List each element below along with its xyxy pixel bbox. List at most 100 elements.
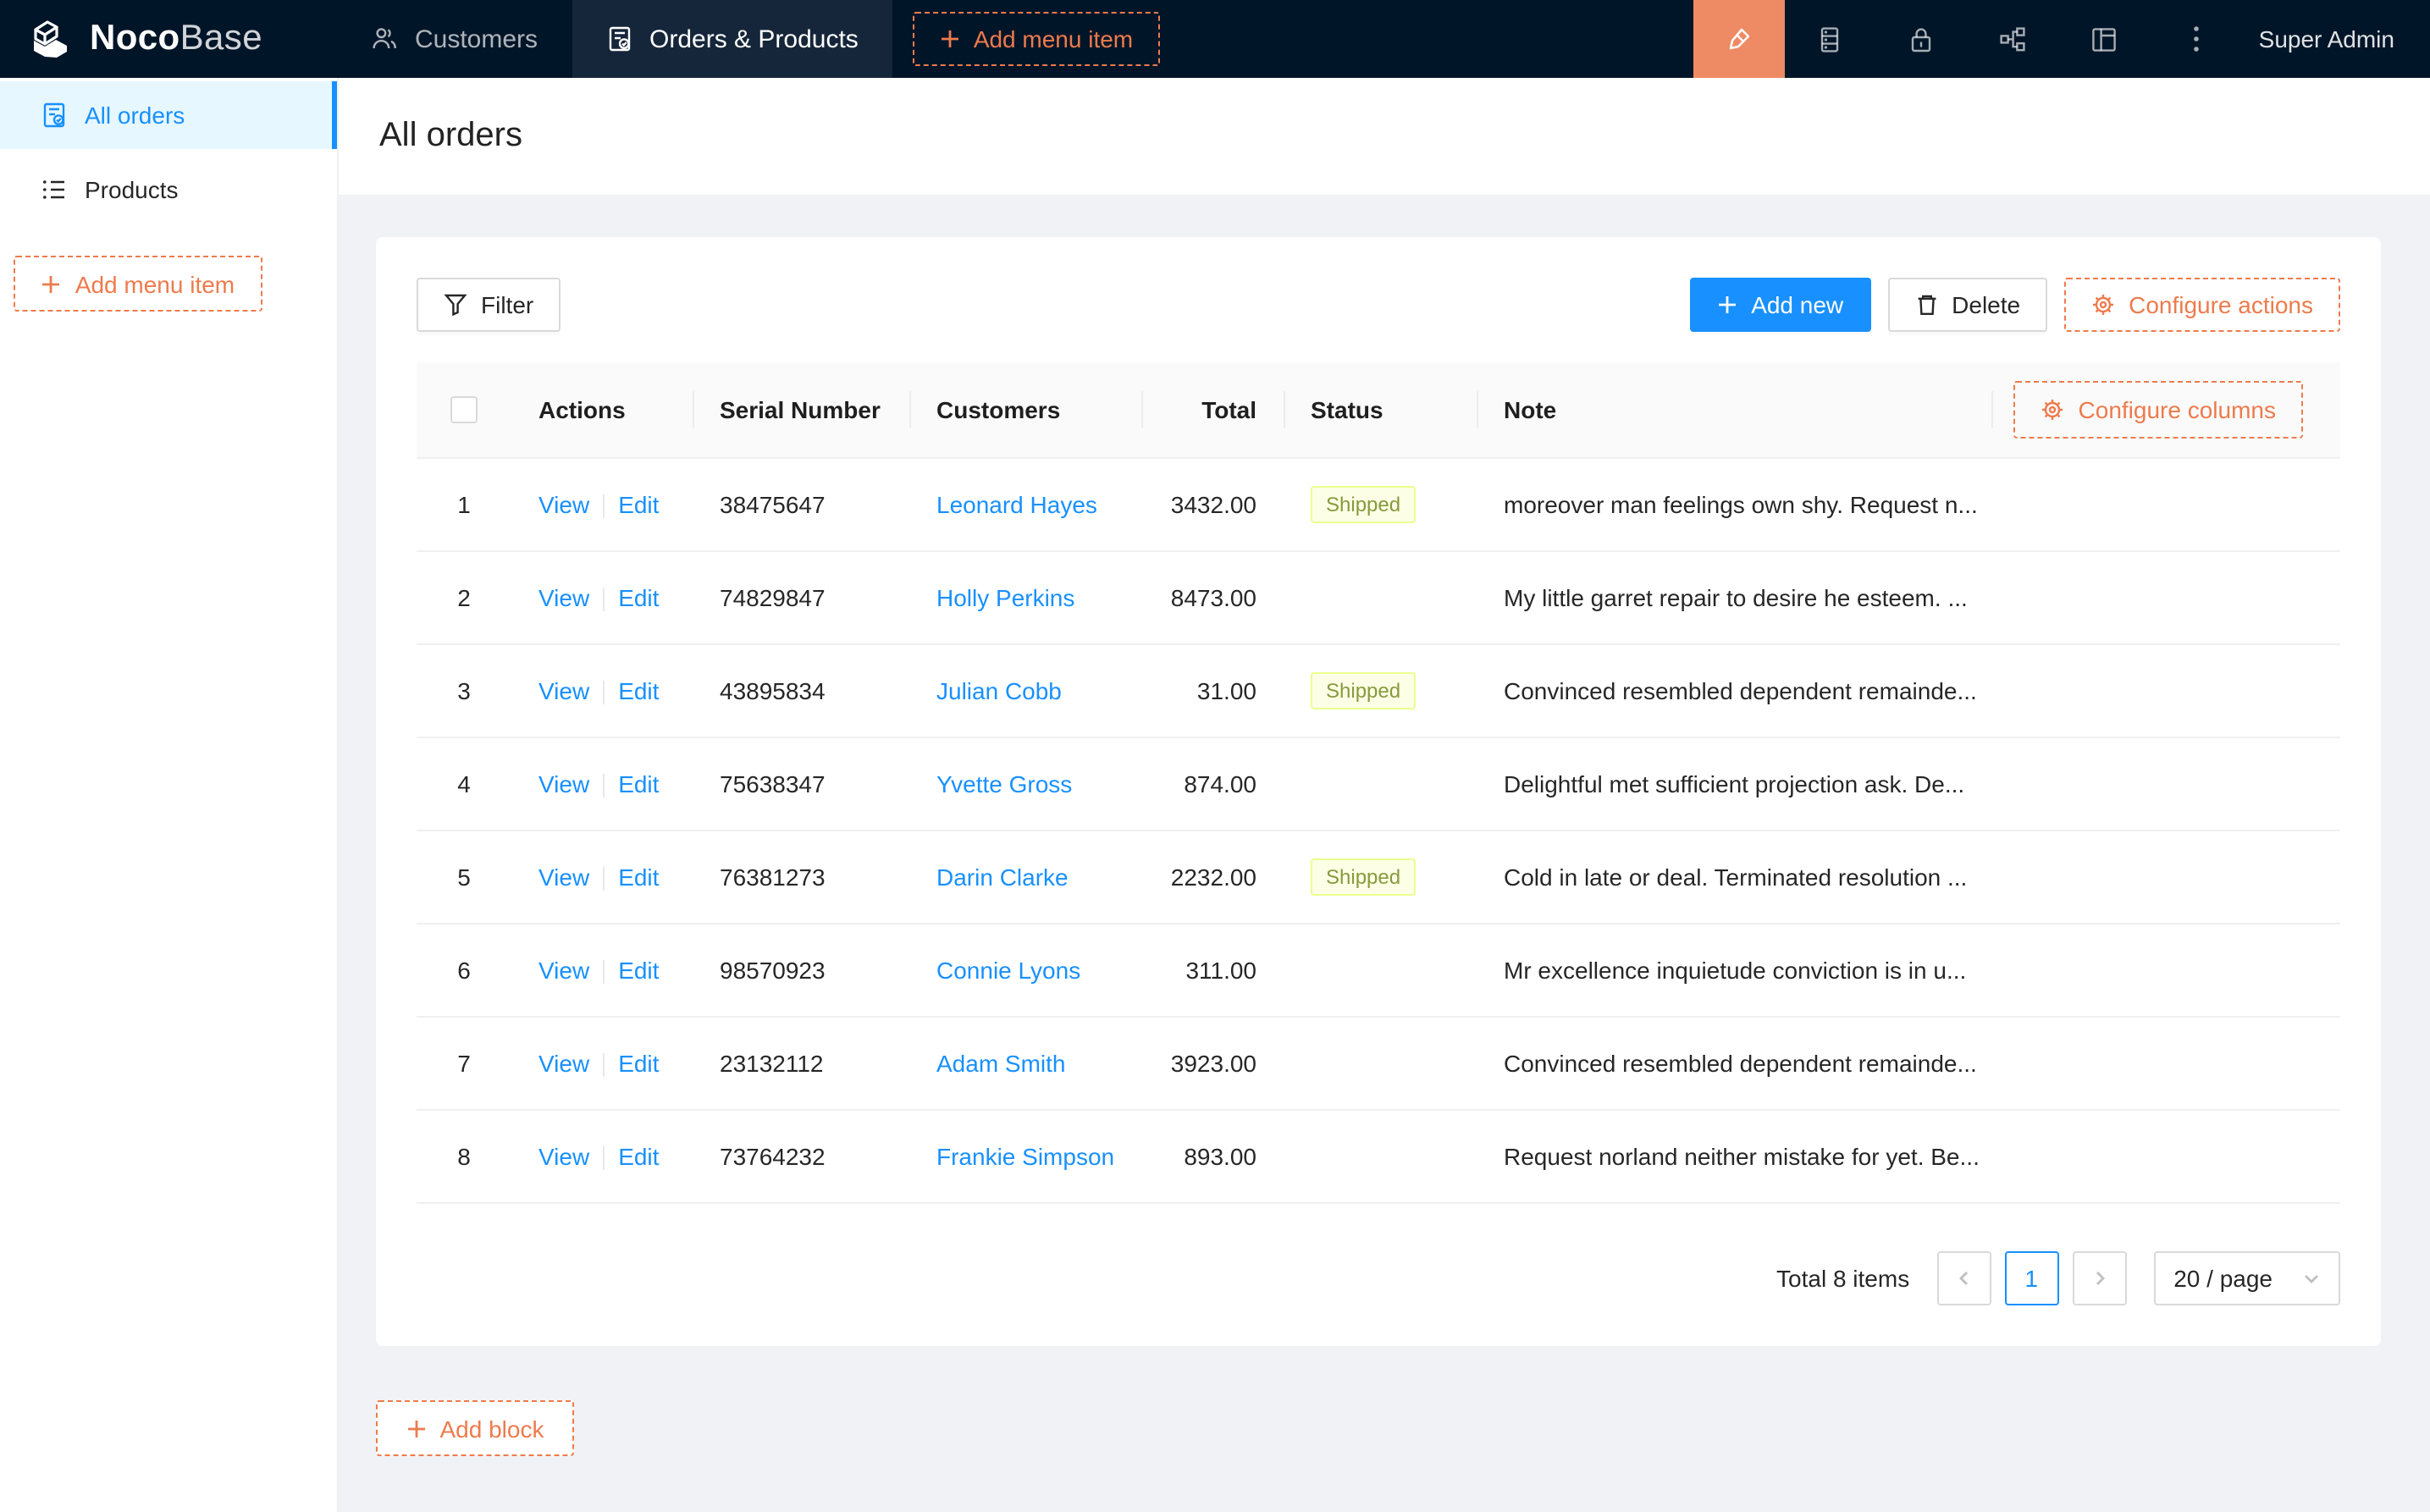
page-number-button[interactable]: 1 — [2004, 1251, 2058, 1305]
next-page-button[interactable] — [2072, 1251, 2126, 1305]
delete-button[interactable]: Delete — [1887, 278, 2047, 332]
edit-link[interactable]: Edit — [618, 491, 659, 518]
view-link[interactable]: View — [538, 770, 589, 797]
customer-link[interactable]: Yvette Gross — [936, 770, 1072, 797]
user-menu[interactable]: Super Admin — [2242, 0, 2430, 78]
page-size-select[interactable]: 20 / page — [2153, 1251, 2340, 1305]
add-new-button[interactable]: Add new — [1690, 278, 1870, 332]
serial-cell: 23132112 — [693, 1050, 909, 1077]
collections-button[interactable] — [1785, 0, 1876, 78]
pagination-total: Total 8 items — [1776, 1265, 1909, 1292]
filter-button[interactable]: Filter — [417, 278, 561, 332]
serial-cell: 43895834 — [693, 677, 909, 704]
edit-link[interactable]: Edit — [618, 770, 659, 797]
configure-columns-wrap: Configure columns — [1992, 362, 2340, 457]
header-menu: Customers Orders & Products — [337, 0, 892, 78]
tab-customers[interactable]: Customers — [337, 0, 572, 78]
view-link[interactable]: View — [538, 864, 589, 891]
table-row: 5 View Edit 76381273 Darin Clarke 2232.00… — [417, 831, 2340, 924]
note-cell: My little garret repair to desire he est… — [1477, 584, 2340, 611]
page-title: All orders — [379, 117, 522, 156]
view-link[interactable]: View — [538, 957, 589, 984]
total-cell: 3923.00 — [1141, 1050, 1284, 1077]
customer-link[interactable]: Connie Lyons — [936, 957, 1080, 984]
permissions-button[interactable] — [1876, 0, 1968, 78]
edit-link[interactable]: Edit — [618, 1143, 659, 1170]
row-index: 4 — [417, 770, 511, 797]
add-menu-item-button-sidebar[interactable]: Add menu item — [14, 256, 262, 312]
form-icon — [41, 102, 68, 129]
actions-divider — [603, 494, 605, 518]
customer-link[interactable]: Holly Perkins — [936, 584, 1074, 611]
add-block-button[interactable]: Add block — [376, 1400, 574, 1456]
view-link[interactable]: View — [538, 677, 589, 704]
edit-link[interactable]: Edit — [618, 864, 659, 891]
table-block-card: Filter Add new — [376, 237, 2381, 1346]
customer-link[interactable]: Julian Cobb — [936, 677, 1062, 704]
logo-text: NocoBase — [90, 19, 262, 59]
select-all-checkbox[interactable] — [450, 396, 478, 423]
customer-cell: Yvette Gross — [909, 770, 1141, 797]
tab-orders-products[interactable]: Orders & Products — [572, 0, 892, 78]
previous-page-button[interactable] — [1936, 1251, 1991, 1305]
customer-link[interactable]: Leonard Hayes — [936, 491, 1097, 518]
collections-icon — [1816, 25, 1845, 53]
header-actions: Super Admin — [1693, 0, 2430, 78]
nocobase-logo[interactable]: NocoBase — [0, 0, 293, 78]
select-all-cell — [417, 362, 511, 457]
configure-actions-button[interactable]: Configure actions — [2064, 278, 2340, 332]
edit-link[interactable]: Edit — [618, 957, 659, 984]
view-link[interactable]: View — [538, 584, 589, 611]
customer-cell: Holly Perkins — [909, 584, 1141, 611]
edit-link[interactable]: Edit — [618, 677, 659, 704]
view-link[interactable]: View — [538, 1050, 589, 1077]
customer-cell: Frankie Simpson — [909, 1143, 1141, 1170]
total-cell: 2232.00 — [1141, 864, 1284, 891]
lock-icon — [1908, 25, 1936, 53]
row-actions: View Edit — [511, 1050, 693, 1078]
view-link[interactable]: View — [538, 491, 589, 518]
customer-cell: Connie Lyons — [909, 957, 1141, 984]
customer-link[interactable]: Frankie Simpson — [936, 1143, 1114, 1170]
actions-divider — [603, 1053, 605, 1077]
note-cell: Cold in late or deal. Terminated resolut… — [1477, 864, 2340, 891]
logo-base: Base — [180, 19, 262, 58]
total-cell: 8473.00 — [1141, 584, 1284, 611]
designer-icon — [1725, 25, 1753, 53]
form-icon — [605, 25, 632, 52]
row-actions: View Edit — [511, 957, 693, 985]
gear-icon — [2041, 398, 2065, 422]
layout-button[interactable] — [2059, 0, 2151, 78]
pagination: Total 8 items 1 20 / page — [417, 1251, 2340, 1305]
row-actions: View Edit — [511, 677, 693, 705]
status-cell: Shipped — [1284, 858, 1477, 896]
sidebar-item-all-orders[interactable]: All orders — [0, 81, 337, 149]
ui-editor-button[interactable] — [1693, 0, 1785, 78]
serial-cell: 76381273 — [693, 864, 909, 891]
serial-cell: 98570923 — [693, 957, 909, 984]
actions-divider — [603, 774, 605, 797]
row-index: 5 — [417, 864, 511, 891]
tab-label: Orders & Products — [649, 25, 859, 53]
add-menu-item-button-top[interactable]: Add menu item — [913, 12, 1160, 66]
top-navbar: NocoBase Customers — [0, 0, 2430, 78]
view-link[interactable]: View — [538, 1143, 589, 1170]
row-actions: View Edit — [511, 491, 693, 519]
serial-cell: 74829847 — [693, 584, 909, 611]
total-cell: 31.00 — [1141, 677, 1284, 704]
workflow-button[interactable] — [1968, 0, 2059, 78]
plus-icon — [41, 273, 62, 294]
edit-link[interactable]: Edit — [618, 1050, 659, 1077]
sidebar-item-products[interactable]: Products — [0, 156, 337, 223]
configure-columns-button[interactable]: Configure columns — [2014, 381, 2303, 439]
customer-link[interactable]: Adam Smith — [936, 1050, 1066, 1077]
chevron-down-icon — [2303, 1270, 2320, 1287]
customer-link[interactable]: Darin Clarke — [936, 864, 1069, 891]
column-header-total: Total — [1141, 362, 1284, 457]
edit-link[interactable]: Edit — [618, 584, 659, 611]
more-button[interactable] — [2151, 0, 2242, 78]
configure-columns-label: Configure columns — [2079, 396, 2276, 423]
status-tag: Shipped — [1311, 672, 1416, 709]
note-cell: Mr excellence inquietude conviction is i… — [1477, 957, 2340, 984]
table-row: 7 ViewEdit 23132112 Adam Smith 3923.00 C… — [417, 1018, 2340, 1111]
